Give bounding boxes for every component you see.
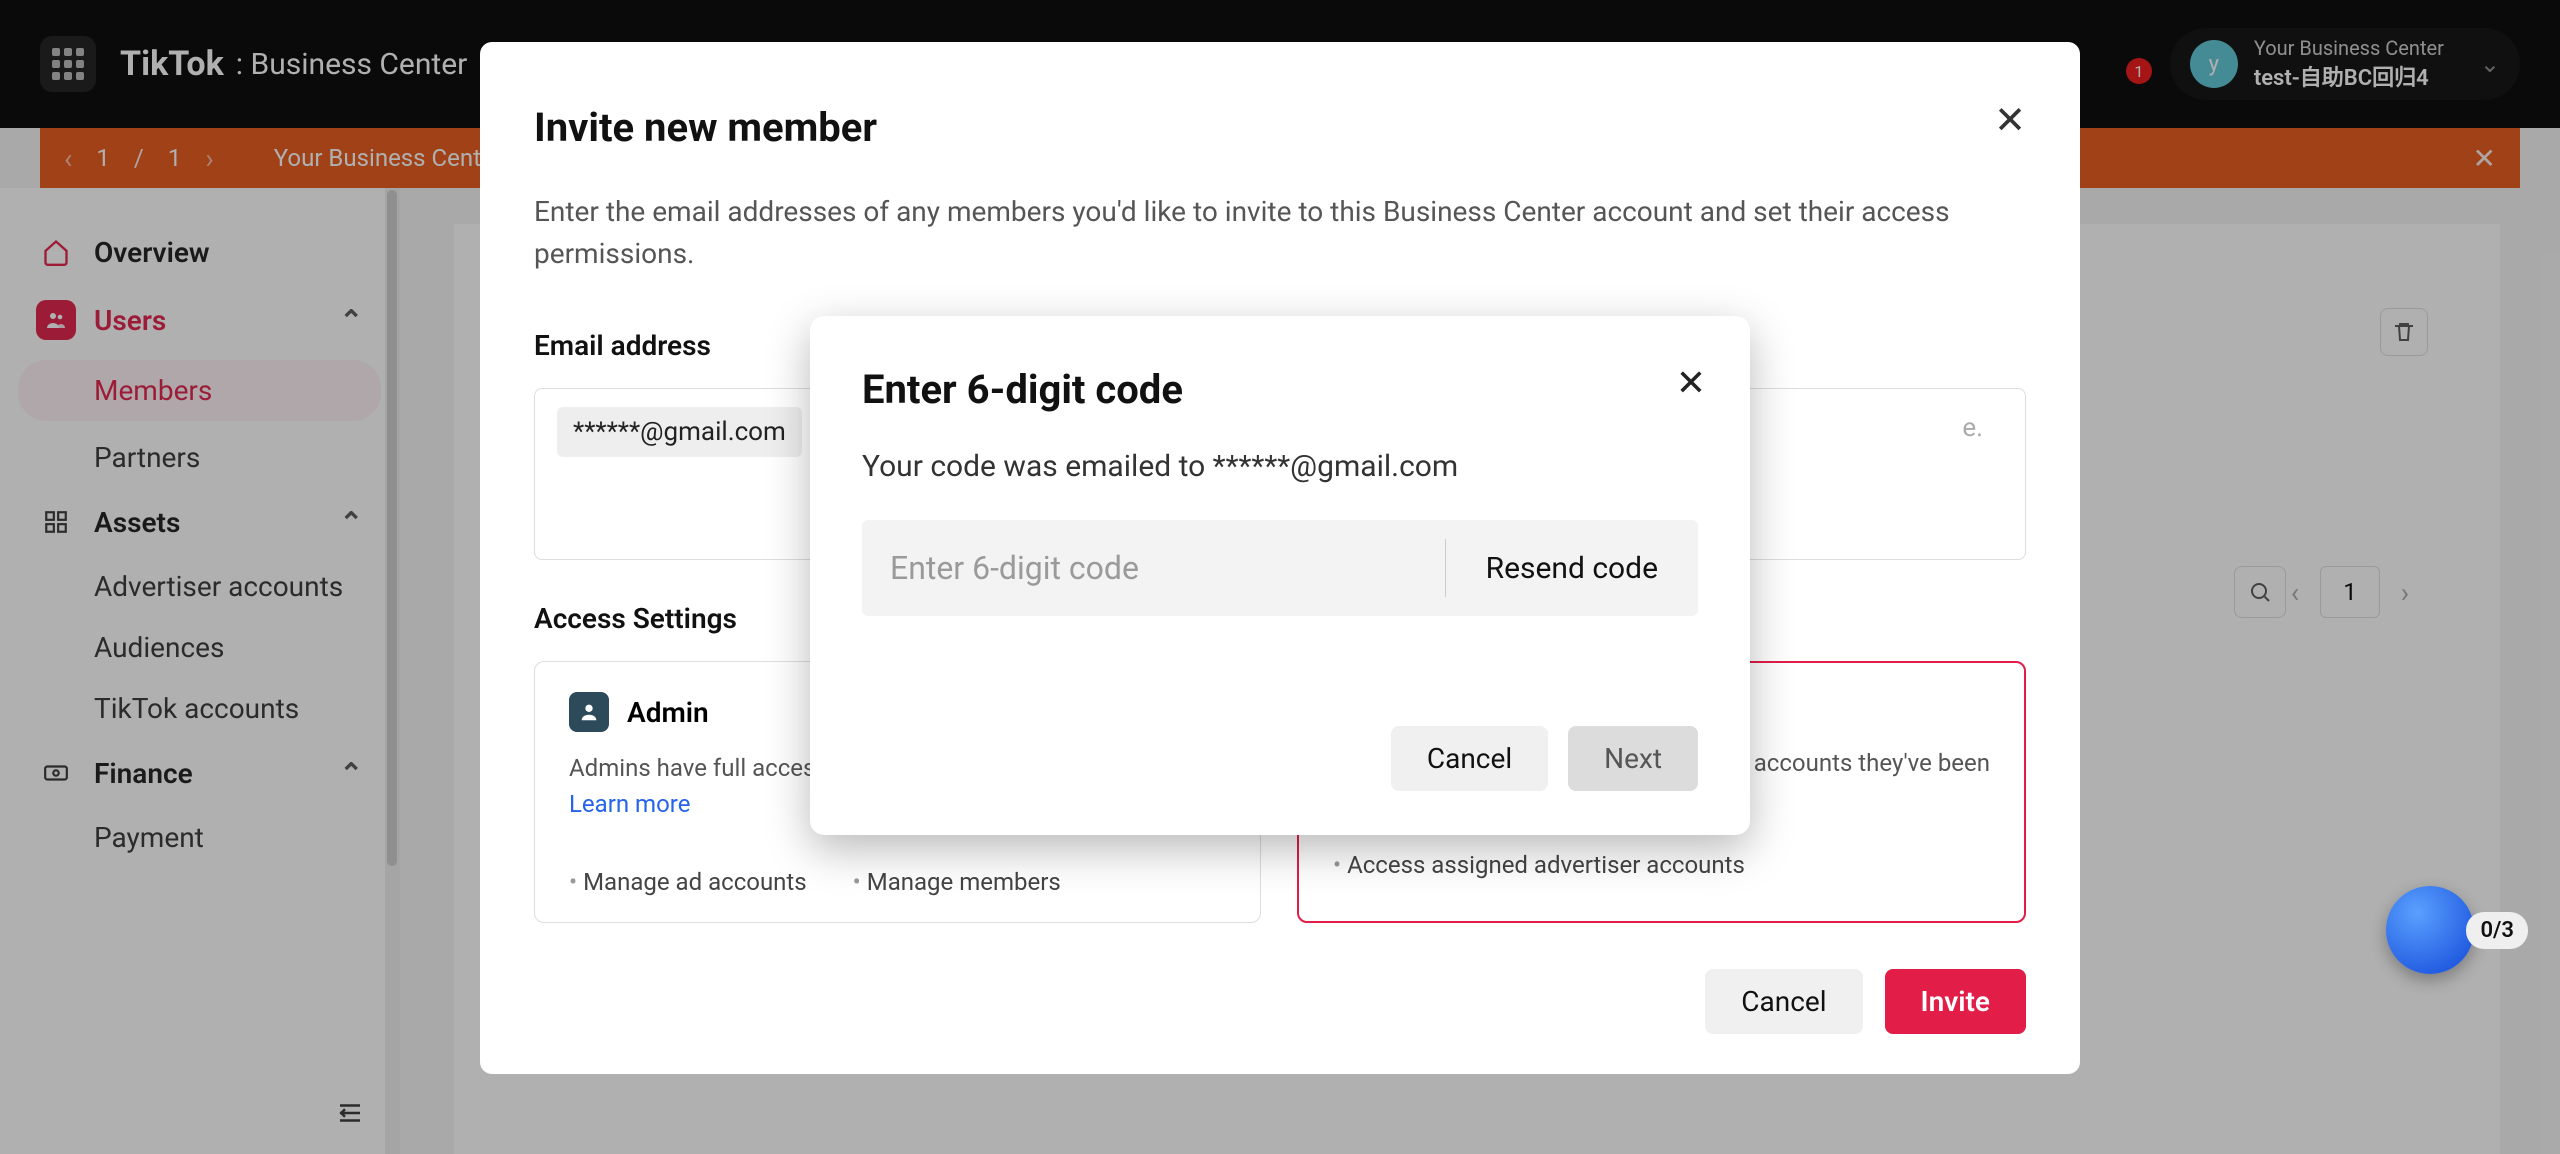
- dialog-description: Your code was emailed to ******@gmail.co…: [862, 449, 1698, 484]
- role-description: Admins have full access: [569, 754, 828, 782]
- close-icon[interactable]: ✕: [1676, 362, 1706, 404]
- admin-icon: [569, 692, 609, 732]
- code-desc-email: ******@gmail.com: [1213, 449, 1459, 484]
- fab-counter: 0/3: [2466, 912, 2528, 949]
- role-feature: Manage members: [853, 868, 1061, 896]
- role-feature: Access assigned advertiser accounts: [1333, 851, 1745, 879]
- role-description-fragment: accounts they've been: [1754, 749, 1990, 777]
- email-placeholder-fragment: e.: [1962, 407, 2003, 443]
- email-chip[interactable]: ******@gmail.com: [557, 407, 802, 457]
- modal-description: Enter the email addresses of any members…: [534, 191, 1954, 275]
- code-desc-prefix: Your code was emailed to: [862, 449, 1213, 484]
- resend-code-button[interactable]: Resend code: [1445, 539, 1698, 597]
- invite-button[interactable]: Invite: [1885, 969, 2026, 1034]
- dialog-title: Enter 6-digit code: [862, 366, 1698, 413]
- role-title: Admin: [627, 696, 709, 729]
- code-input[interactable]: [862, 520, 1445, 616]
- close-icon[interactable]: ✕: [1994, 98, 2026, 143]
- code-verification-dialog: Enter 6-digit code ✕ Your code was email…: [810, 316, 1750, 835]
- cancel-button[interactable]: Cancel: [1705, 969, 1862, 1034]
- cancel-button[interactable]: Cancel: [1391, 726, 1548, 791]
- help-fab[interactable]: 0/3: [2386, 886, 2528, 974]
- compass-icon: [2386, 886, 2474, 974]
- role-feature: Manage ad accounts: [569, 868, 807, 896]
- modal-title: Invite new member: [534, 104, 2026, 151]
- next-button[interactable]: Next: [1568, 726, 1698, 791]
- learn-more-link[interactable]: Learn more: [569, 790, 690, 818]
